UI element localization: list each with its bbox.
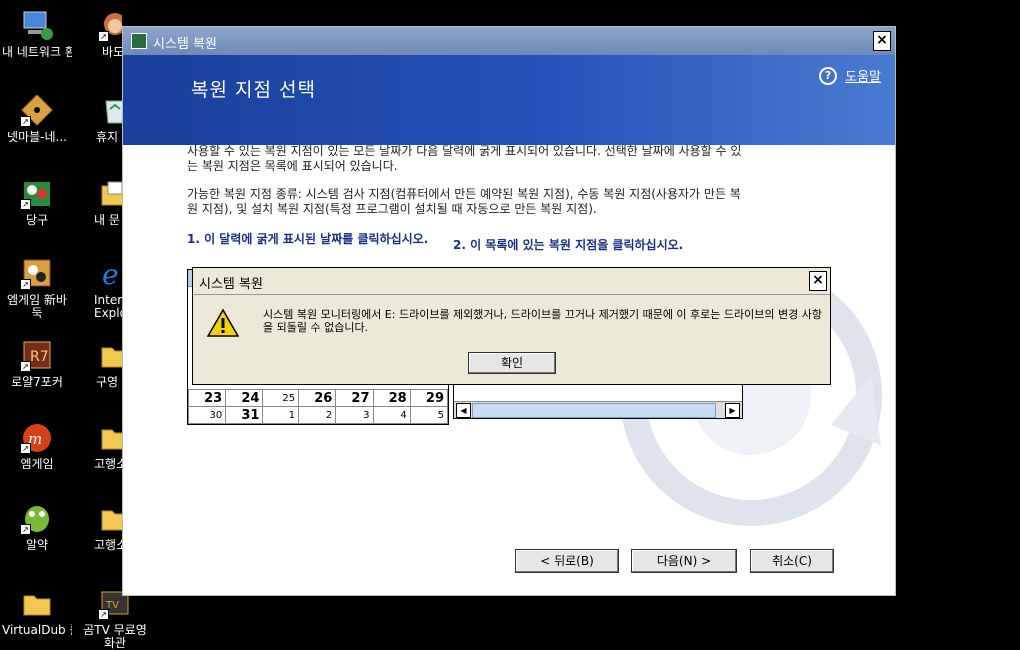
calendar-day[interactable]: 25 [262, 389, 300, 407]
desktop-icon-label: Intern Explo [94, 294, 122, 320]
folder-icon [20, 588, 54, 620]
calendar-week-row: 30 31 1 2 3 4 5 [187, 406, 449, 424]
desktop-icon-label: 고행소 [94, 458, 122, 471]
page-title: 복원 지점 선택 [191, 79, 316, 101]
calendar-day[interactable]: 1 [262, 406, 300, 424]
desktop-icon-label: 엠게임 新바둑 [7, 294, 67, 320]
poker-icon: R7 ↗ [20, 340, 54, 372]
recycle-bin-icon [98, 95, 122, 127]
system-restore-app-icon [131, 33, 147, 49]
desktop-icon-label: 바도 [102, 46, 122, 59]
next-button[interactable]: 다음(N) > [631, 549, 737, 573]
documents-folder-icon [98, 178, 122, 210]
desktop-icon-recycle[interactable]: 휴지 [80, 95, 122, 144]
svg-text:e: e [102, 258, 119, 290]
desktop-icon-label: 넷마블-네... [7, 131, 67, 144]
desktop-icon-alyac[interactable]: ↗ 알약 [2, 503, 72, 552]
dice-icon: ↗ [20, 93, 54, 127]
desktop-icon-label: 구영 [96, 376, 119, 389]
desktop-icon-netmarble[interactable]: ↗ 넷마블-네... [2, 93, 72, 144]
calendar-day[interactable]: 28 [372, 389, 411, 407]
desktop-icon-gomtv[interactable]: TV ↗ 곰TV 무료영화관 [80, 588, 150, 650]
calendar-day[interactable]: 26 [298, 389, 337, 407]
window-title: 시스템 복원 [153, 37, 217, 52]
back-button[interactable]: < 뒤로(B) [515, 549, 619, 573]
desktop-icon-ie[interactable]: e Intern Explo [80, 258, 122, 320]
desktop-icon-mgame-baduk[interactable]: ↗ 엠게임 新바둑 [2, 258, 72, 320]
step-1-instruction: 1. 이 달력에 굵게 표시된 날짜를 클릭하십시오. [187, 232, 429, 246]
character-icon: ↗ [98, 10, 122, 42]
scroll-thumb[interactable] [472, 403, 716, 418]
horizontal-scrollbar[interactable]: ◀ ▶ [454, 401, 742, 418]
desktop-icon-label: 로얄7포커 [11, 376, 63, 389]
window-close-button[interactable]: × [873, 31, 891, 51]
desktop-icon-my-documents[interactable]: 내 문 [80, 178, 122, 227]
desktop-icon-folder-2[interactable]: 고행소 [80, 422, 122, 471]
folder-icon [98, 422, 122, 454]
calendar-day[interactable]: 2 [298, 406, 337, 424]
page-header-banner: 복원 지점 선택 ? 도움말 [123, 55, 895, 145]
calendar-day[interactable]: 5 [409, 406, 449, 424]
desktop-icon-label: VirtualDub 를 [2, 624, 72, 637]
desktop-icon-label: 내 네트워크 환경 [2, 46, 72, 59]
calendar-week-row: 23 24 25 26 27 28 29 [187, 389, 449, 407]
folder-icon [98, 503, 122, 535]
desktop-icon-label: 당구 [25, 214, 49, 227]
folder-icon [98, 340, 122, 372]
dialog-close-button[interactable]: × [809, 271, 827, 291]
intro-text: 사용할 수 있는 복원 지점이 있는 모든 날짜가 다음 달력에 굵게 표시되어… [187, 144, 742, 173]
step-2-instruction: 2. 이 목록에 있는 복원 지점을 클릭하십시오. [453, 238, 684, 252]
internet-explorer-icon: e [98, 258, 122, 291]
calendar-day[interactable]: 23 [187, 389, 227, 407]
desktop-icon-badoo[interactable]: ↗ 바도 [80, 10, 122, 59]
desktop-icon-royal7poker[interactable]: R7 ↗ 로얄7포커 [2, 340, 72, 389]
dialog-title: 시스템 복원 [199, 277, 263, 292]
cancel-button[interactable]: 취소(C) [750, 549, 834, 573]
warning-dialog: 시스템 복원 × 시스템 복원 모니터링에서 E: 드라이브를 제외했거나, 드… [192, 267, 831, 385]
help-link[interactable]: ? 도움말 [819, 66, 881, 85]
calendar-day[interactable]: 3 [335, 406, 374, 424]
warning-icon [207, 308, 239, 337]
scroll-left-arrow-icon[interactable]: ◀ [456, 403, 471, 418]
calendar-day[interactable]: 27 [335, 389, 374, 407]
baduk-icon: ↗ [20, 258, 54, 290]
dialog-message: 시스템 복원 모니터링에서 E: 드라이브를 제외했거나, 드라이브를 끄거나 … [263, 308, 822, 334]
desktop-icon-folder-3[interactable]: 고행소 [80, 503, 122, 552]
desktop-icon-billiards[interactable]: ↗ 당구 [2, 178, 72, 227]
calendar-grid: 23 24 25 26 27 28 29 30 31 1 2 3 4 5 [187, 389, 449, 424]
restore-point-types-text: 가능한 복원 지점 종류: 시스템 검사 지점(컴퓨터에서 만든 예약된 복원 … [187, 187, 741, 216]
desktop-icon-label: 알약 [25, 539, 49, 552]
calendar-day[interactable]: 30 [187, 406, 227, 424]
alyac-icon: ↗ [20, 503, 54, 535]
desktop-icon-label: 휴지 [96, 131, 119, 144]
billiards-icon: ↗ [20, 178, 54, 210]
calendar-day[interactable]: 31 [225, 406, 264, 424]
desktop-icon-folder-1[interactable]: 구영 [80, 340, 122, 389]
calendar-day[interactable]: 29 [409, 389, 449, 407]
desktop-icon-label: 엠게임 [20, 458, 54, 471]
window-titlebar[interactable]: 시스템 복원 × [123, 27, 895, 55]
scroll-right-arrow-icon[interactable]: ▶ [725, 403, 740, 418]
desktop-icon-network[interactable]: 내 네트워크 환경 [2, 10, 72, 59]
desktop-icon-virtualdub[interactable]: VirtualDub 를 [2, 588, 72, 637]
desktop-icon-mgame[interactable]: m ↗ 엠게임 [2, 422, 72, 471]
desktop-icon-label: 곰TV 무료영화관 [83, 624, 147, 650]
ok-button[interactable]: 확인 [468, 352, 556, 374]
mgame-icon: m ↗ [20, 422, 54, 454]
calendar-day[interactable]: 4 [372, 406, 411, 424]
help-icon: ? [819, 66, 838, 85]
desktop-icon-label: 내 문 [94, 214, 120, 227]
svg-text:R7: R7 [30, 349, 49, 365]
network-icon [20, 10, 54, 42]
calendar-day[interactable]: 24 [225, 389, 264, 407]
desktop-icon-label: 고행소 [94, 539, 122, 552]
help-label: 도움말 [845, 70, 881, 85]
dialog-titlebar[interactable]: 시스템 복원 × [193, 268, 830, 295]
